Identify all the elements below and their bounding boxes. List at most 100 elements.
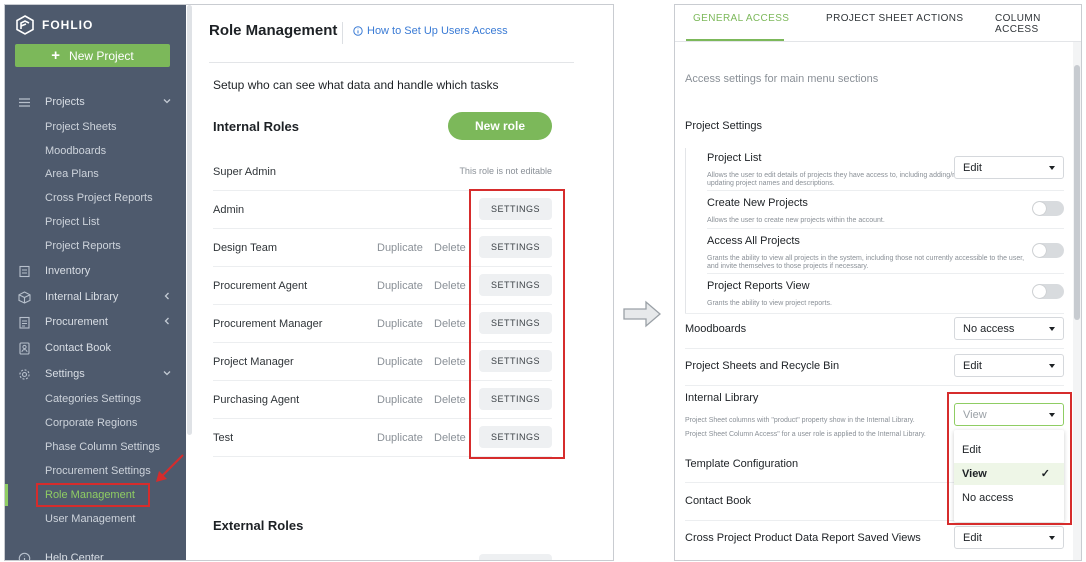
fohlio-logo[interactable]: FOHLIO [15,14,93,36]
chevron-down-icon [163,371,171,376]
scrollbar-thumb[interactable] [1074,65,1080,320]
external-roles-title: External Roles [213,518,304,533]
sidebar-item-settings[interactable]: Settings [5,363,186,385]
sidebar-item-project-sheets[interactable]: Project Sheets [5,116,186,138]
sidebar-item-area-plans[interactable]: Area Plans [5,163,186,185]
toggle-knob [1033,202,1046,215]
role-row-super-admin: Super Admin This role is not editable [213,153,552,191]
sidebar-item-project-list[interactable]: Project List [5,211,186,233]
inventory-icon [19,265,30,278]
help-link[interactable]: How to Set Up Users Access [353,25,508,37]
create-new-projects-description: Allows the user to create new projects w… [707,217,885,224]
settings-button-partial[interactable] [479,554,552,560]
chevron-left-icon [164,317,169,325]
duplicate-button[interactable]: Duplicate [377,394,423,406]
sidebar-item-label: Settings [45,368,85,380]
sidebar-item-project-reports[interactable]: Project Reports [5,235,186,257]
tab-column-access[interactable]: COLUMN ACCESS [995,13,1081,35]
sidebar-item-procurement[interactable]: Procurement [5,311,186,333]
delete-button[interactable]: Delete [434,280,466,292]
caret-down-icon [1049,536,1055,540]
box-icon [18,291,31,304]
tab-project-sheet-actions[interactable]: PROJECT SHEET ACTIONS [826,13,964,24]
sidebar-item-cross-project-reports[interactable]: Cross Project Reports [5,187,186,209]
chevron-left-icon [164,292,169,300]
access-subtitle: Access settings for main menu sections [685,73,879,85]
role-name: Purchasing Agent [213,394,300,406]
project-list-select[interactable]: Edit [954,156,1064,179]
access-all-projects-toggle[interactable] [1032,243,1064,258]
role-name: Project Manager [213,356,294,368]
sidebar-item-inventory[interactable]: Inventory [5,260,186,282]
delete-button[interactable]: Delete [434,242,466,254]
sidebar-item-contact-book[interactable]: Contact Book [5,337,186,359]
plus-icon: + [51,47,61,64]
moodboards-select[interactable]: No access [954,317,1064,340]
info-icon [353,26,363,36]
internal-roles-title: Internal Roles [213,119,299,134]
project-list-label: Project List [707,152,762,164]
tab-divider [675,41,1081,42]
duplicate-button[interactable]: Duplicate [377,242,423,254]
internal-library-description-1: Project Sheet columns with "product" pro… [685,417,915,424]
select-value: No access [963,322,1015,335]
duplicate-button[interactable]: Duplicate [377,318,423,330]
new-role-button[interactable]: New role [448,112,552,140]
project-sheets-select[interactable]: Edit [954,354,1064,377]
new-project-button[interactable]: + New Project [15,44,170,67]
role-management-content: Role Management How to Set Up Users Acce… [192,5,613,560]
sidebar-item-label: Internal Library [45,291,119,303]
tab-general-access[interactable]: GENERAL ACCESS [693,13,789,24]
sidebar-item-label: Project List [45,216,100,228]
info-icon [18,552,31,560]
moodboards-label: Moodboards [685,323,747,335]
role-name: Super Admin [213,166,276,178]
menu-icon [19,98,30,107]
delete-button[interactable]: Delete [434,432,466,444]
sidebar-item-corporate-regions[interactable]: Corporate Regions [5,412,186,434]
sidebar-item-internal-library[interactable]: Internal Library [5,286,186,308]
caret-down-icon [1049,166,1055,170]
sidebar-item-categories-settings[interactable]: Categories Settings [5,388,186,410]
delete-button[interactable]: Delete [434,356,466,368]
create-new-projects-label: Create New Projects [707,197,808,209]
select-value: Edit [963,531,982,544]
sidebar-item-label: Phase Column Settings [45,441,160,453]
intro-text: Setup who can see what data and handle w… [213,78,499,92]
access-all-projects-label: Access All Projects [707,235,800,247]
sidebar-item-label: Procurement Settings [45,465,151,477]
project-settings-label: Project Settings [685,120,763,132]
sidebar-item-user-management[interactable]: User Management [5,508,186,530]
toggle-knob [1033,285,1046,298]
row-divider [685,482,955,483]
sidebar-item-help-center[interactable]: Help Center [5,547,186,561]
cross-project-report-select[interactable]: Edit [954,526,1064,549]
not-editable-note: This role is not editable [459,166,552,176]
duplicate-button[interactable]: Duplicate [377,432,423,444]
sidebar-item-label: Inventory [45,265,91,277]
create-new-projects-toggle[interactable] [1032,201,1064,216]
title-divider [342,22,343,44]
sidebar-item-label: Categories Settings [45,393,141,405]
row-divider [685,385,1064,386]
role-name: Test [213,432,234,444]
sidebar-item-label: Contact Book [45,342,112,354]
sidebar-item-moodboards[interactable]: Moodboards [5,140,186,162]
duplicate-button[interactable]: Duplicate [377,280,423,292]
dropdown-highlight [947,392,1072,525]
settings-buttons-highlight [469,189,565,459]
delete-button[interactable]: Delete [434,318,466,330]
sidebar-item-label: Help Center [45,552,104,561]
role-name: Procurement Manager [213,318,323,330]
duplicate-button[interactable]: Duplicate [377,356,423,368]
cross-project-report-label: Cross Project Product Data Report Saved … [685,532,921,544]
sidebar-item-label: Corporate Regions [45,417,138,429]
flow-arrow-icon [623,300,661,328]
sidebar-item-projects[interactable]: Projects [5,91,186,113]
access-settings-screen: GENERAL ACCESS PROJECT SHEET ACTIONS COL… [674,4,1082,561]
row-divider [685,313,1064,314]
role-name: Procurement Agent [213,280,308,292]
internal-library-label: Internal Library [685,392,759,404]
delete-button[interactable]: Delete [434,394,466,406]
project-reports-view-toggle[interactable] [1032,284,1064,299]
